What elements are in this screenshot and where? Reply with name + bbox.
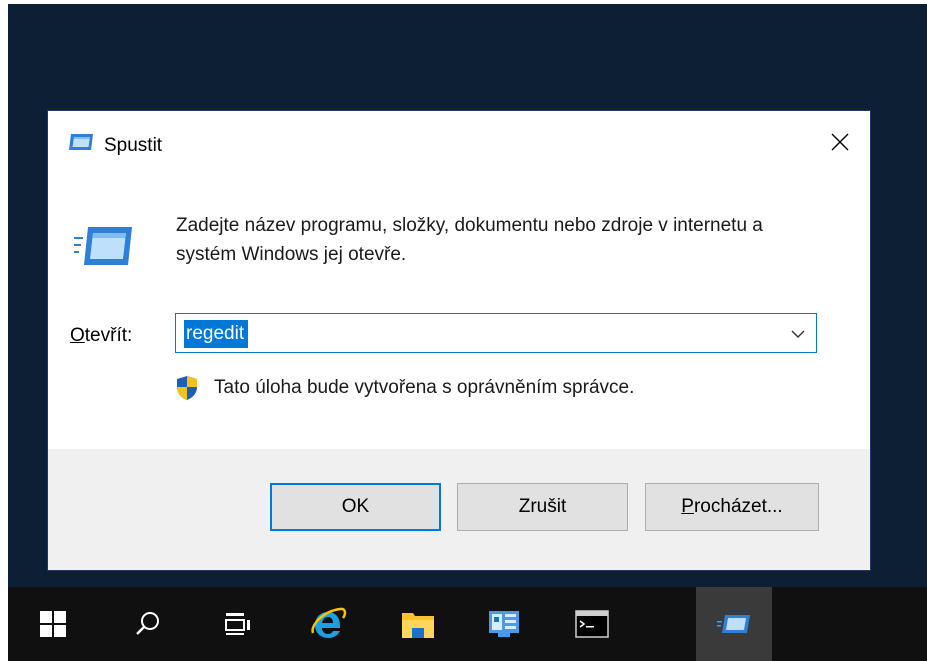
close-icon [831, 133, 849, 151]
search-button[interactable] [110, 587, 186, 661]
command-prompt-icon [575, 610, 609, 638]
admin-note: Tato úloha bude vytvořena s oprávněním s… [214, 377, 635, 398]
file-explorer-icon [402, 613, 434, 638]
run-dialog: Spustit Zadejte název programu, složky, … [48, 111, 870, 570]
chevron-down-icon[interactable] [786, 322, 810, 346]
search-icon [136, 612, 159, 635]
start-button[interactable] [15, 587, 91, 661]
task-view-button[interactable] [200, 587, 276, 661]
dialog-title: Spustit [104, 135, 163, 156]
ok-button[interactable]: OK [270, 483, 441, 531]
uac-shield-icon [177, 376, 197, 400]
run-program-icon [74, 227, 132, 265]
desktop-background: Spustit Zadejte název programu, složky, … [8, 4, 927, 661]
run-icon [717, 615, 750, 633]
internet-explorer-button[interactable] [291, 587, 367, 661]
internet-explorer-icon [311, 607, 347, 638]
windows-start-icon [40, 611, 66, 637]
button-bar: OK Zrušit Procházet... [48, 449, 870, 570]
open-input[interactable] [180, 319, 760, 347]
browse-button[interactable]: Procházet... [645, 483, 819, 531]
file-explorer-button[interactable] [380, 587, 456, 661]
run-icon [69, 134, 93, 150]
title-bar[interactable]: Spustit [48, 111, 870, 175]
server-manager-button[interactable] [466, 587, 542, 661]
close-button[interactable] [810, 121, 870, 163]
cancel-button[interactable]: Zrušit [457, 483, 628, 531]
open-combobox[interactable]: regedit [175, 313, 817, 353]
run-taskbar-button[interactable] [696, 587, 772, 661]
taskbar [8, 587, 927, 661]
dialog-description: Zadejte název programu, složky, dokument… [176, 215, 763, 265]
command-prompt-button[interactable] [554, 587, 630, 661]
dialog-content: Zadejte název programu, složky, dokument… [48, 175, 870, 449]
task-view-icon [225, 613, 250, 635]
server-manager-icon [489, 611, 519, 637]
open-label: Otevřít: [70, 325, 133, 346]
